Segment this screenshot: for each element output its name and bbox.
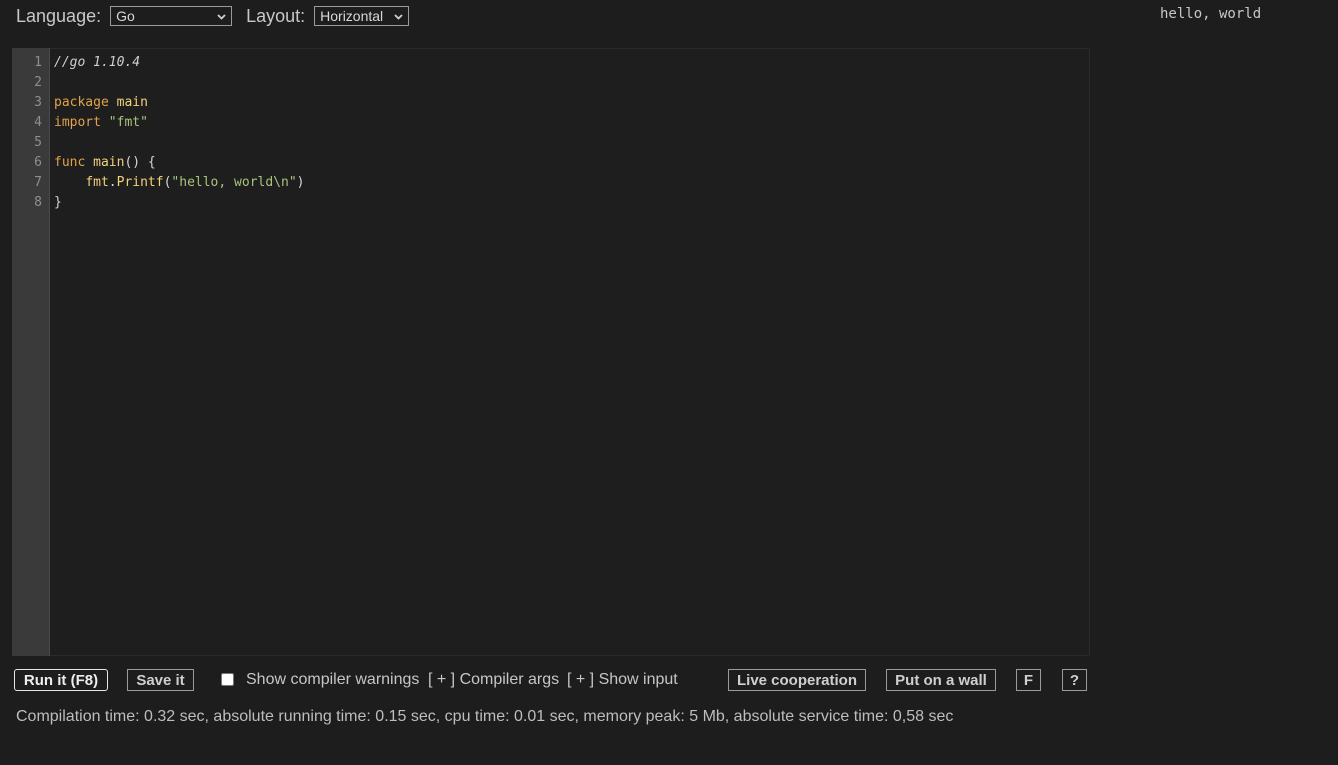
show-input-toggle[interactable]: [ + ] Show input (567, 671, 678, 689)
live-cooperation-button[interactable]: Live cooperation (728, 669, 866, 691)
execution-stats: Compilation time: 0.32 sec, absolute run… (16, 708, 954, 725)
line-number: 4 (34, 115, 42, 130)
code-editor[interactable]: 12345678 //go 1.10.4 package main import "… (12, 48, 1090, 656)
language-select-value: Go (116, 8, 135, 24)
line-number: 2 (34, 75, 42, 90)
line-number: 1 (34, 55, 42, 70)
code-token: main (116, 95, 148, 110)
code-line: func main() { (54, 153, 304, 173)
code-line: } (54, 193, 304, 213)
code-line: import "fmt" (54, 113, 304, 133)
layout-select-value: Horizontal (320, 8, 384, 24)
code-token: func (54, 155, 94, 170)
code-token: import (54, 115, 109, 130)
line-number: 7 (34, 175, 42, 190)
code-token: package (54, 95, 117, 110)
code-token: fmt (85, 175, 109, 190)
compiler-warnings-checkbox[interactable] (221, 673, 234, 686)
code-line: fmt.Printf("hello, world\n") (54, 173, 304, 193)
code-token: () { (124, 155, 156, 170)
code-line: //go 1.10.4 (54, 53, 304, 73)
top-bar: Language: Go Layout: Horizontal (16, 4, 410, 28)
line-number: 8 (34, 195, 42, 210)
code-token: main (93, 155, 125, 170)
code-token: ) (296, 175, 305, 190)
put-on-wall-button[interactable]: Put on a wall (886, 669, 996, 691)
line-number-gutter: 1 2 3 4 5 6 7 8 (12, 48, 50, 656)
code-token: "hello, world\n" (171, 175, 297, 190)
code-token: Printf (116, 175, 164, 190)
line-number: 6 (34, 155, 42, 170)
code-token: "fmt" (108, 115, 148, 130)
program-output: hello, world (1160, 6, 1262, 22)
layout-select[interactable]: Horizontal (314, 6, 410, 26)
code-token: . (108, 175, 117, 190)
code-area[interactable]: //go 1.10.4 package main import "fmt" func … (54, 53, 304, 213)
code-token: //go 1.10.4 (54, 55, 141, 70)
save-button[interactable]: Save it (127, 669, 194, 691)
line-number: 3 (34, 95, 42, 110)
fullscreen-button[interactable]: F (1016, 669, 1041, 691)
language-label: Language: (16, 5, 102, 26)
help-button[interactable]: ? (1062, 669, 1087, 691)
chevron-down-icon (217, 13, 226, 20)
compiler-args-toggle[interactable]: [ + ] Compiler args (428, 671, 559, 689)
line-number: 5 (34, 135, 42, 150)
code-line: package main (54, 93, 304, 113)
layout-label: Layout: (246, 5, 306, 26)
language-select[interactable]: Go (110, 6, 233, 26)
compiler-warnings-label: Show compiler warnings (246, 671, 420, 688)
run-button[interactable]: Run it (F8) (14, 669, 108, 691)
chevron-down-icon (394, 13, 403, 20)
code-token: } (54, 195, 62, 210)
